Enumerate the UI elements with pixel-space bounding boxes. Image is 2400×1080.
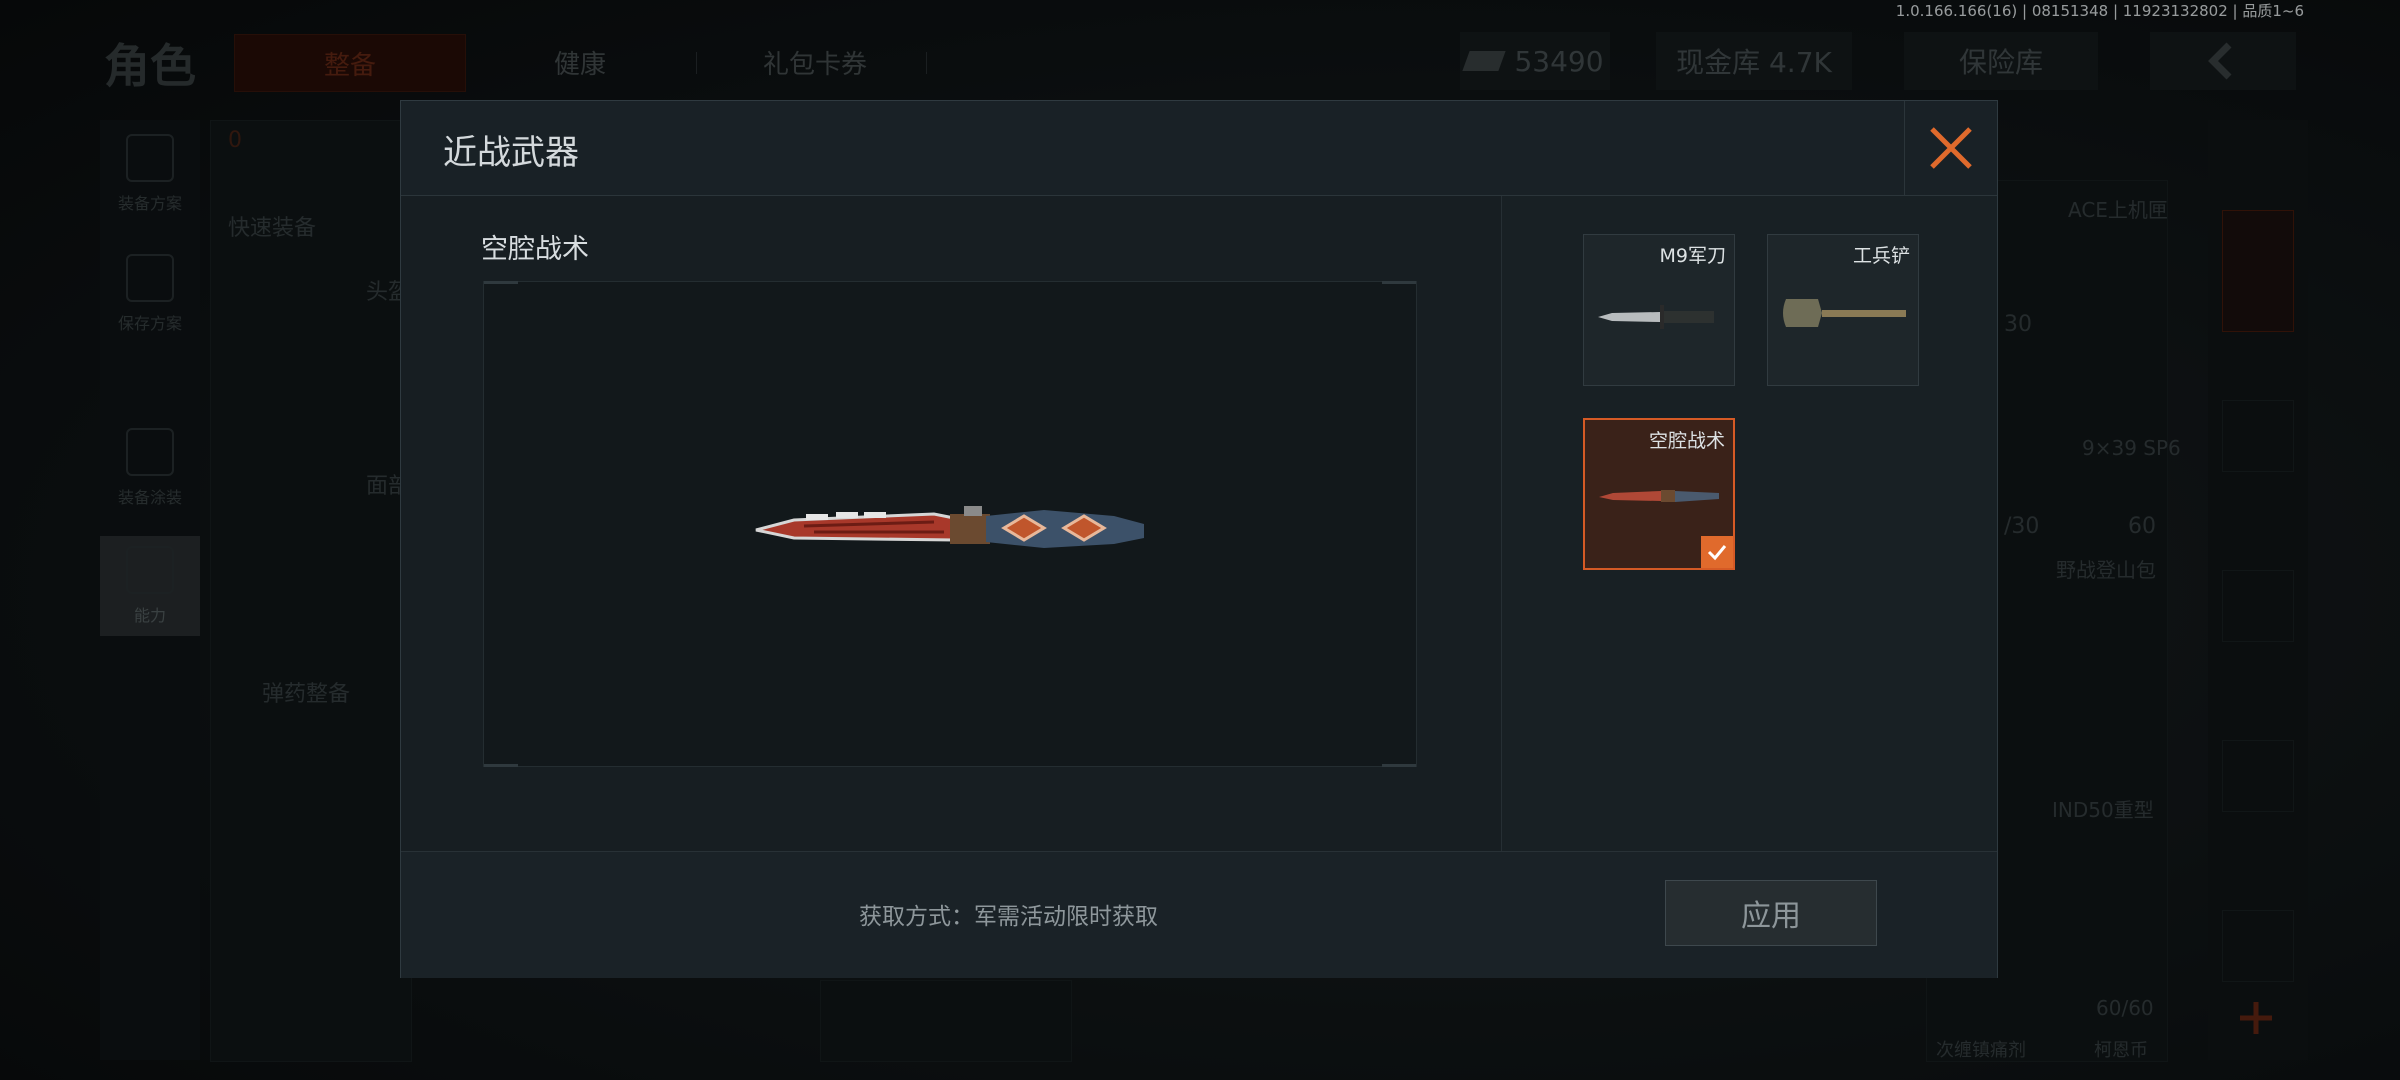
apply-button[interactable]: 应用 xyxy=(1665,880,1877,946)
close-button[interactable] xyxy=(1904,101,1997,195)
weapon-card-name: 工兵铲 xyxy=(1852,245,1910,267)
tactical-knife-image xyxy=(755,506,1144,548)
melee-weapon-dialog: 近战武器 空腔战术 M9军刀 工兵铲 空腔战术 获取方式：军需活动限时获取 应用 xyxy=(400,100,1998,978)
frame-corner xyxy=(484,764,518,767)
weapon-card-name: M9军刀 xyxy=(1659,245,1726,267)
weapon-preview[interactable] xyxy=(483,281,1417,767)
selected-check-icon xyxy=(1701,536,1733,568)
selected-weapon-name: 空腔战术 xyxy=(481,234,589,265)
weapon-card-cavity-tactical[interactable]: 空腔战术 xyxy=(1583,418,1735,570)
weapon-card-shovel[interactable]: 工兵铲 xyxy=(1767,234,1919,386)
frame-corner xyxy=(1382,281,1416,284)
acquisition-text: 获取方式：军需活动限时获取 xyxy=(859,904,1158,930)
weapon-card-name: 空腔战术 xyxy=(1648,430,1725,452)
close-icon xyxy=(1930,127,1972,169)
frame-corner xyxy=(1382,764,1416,767)
frame-corner xyxy=(484,281,518,284)
weapon-card-m9[interactable]: M9军刀 xyxy=(1583,234,1735,386)
entrenching-tool-image xyxy=(1783,299,1906,327)
weapon-list-area xyxy=(1502,196,1997,851)
m9-bayonet-image xyxy=(1598,305,1714,329)
tactical-knife-thumbnail xyxy=(1599,490,1719,502)
dialog-title: 近战武器 xyxy=(443,133,579,173)
dialog-header: 近战武器 xyxy=(401,101,1997,196)
